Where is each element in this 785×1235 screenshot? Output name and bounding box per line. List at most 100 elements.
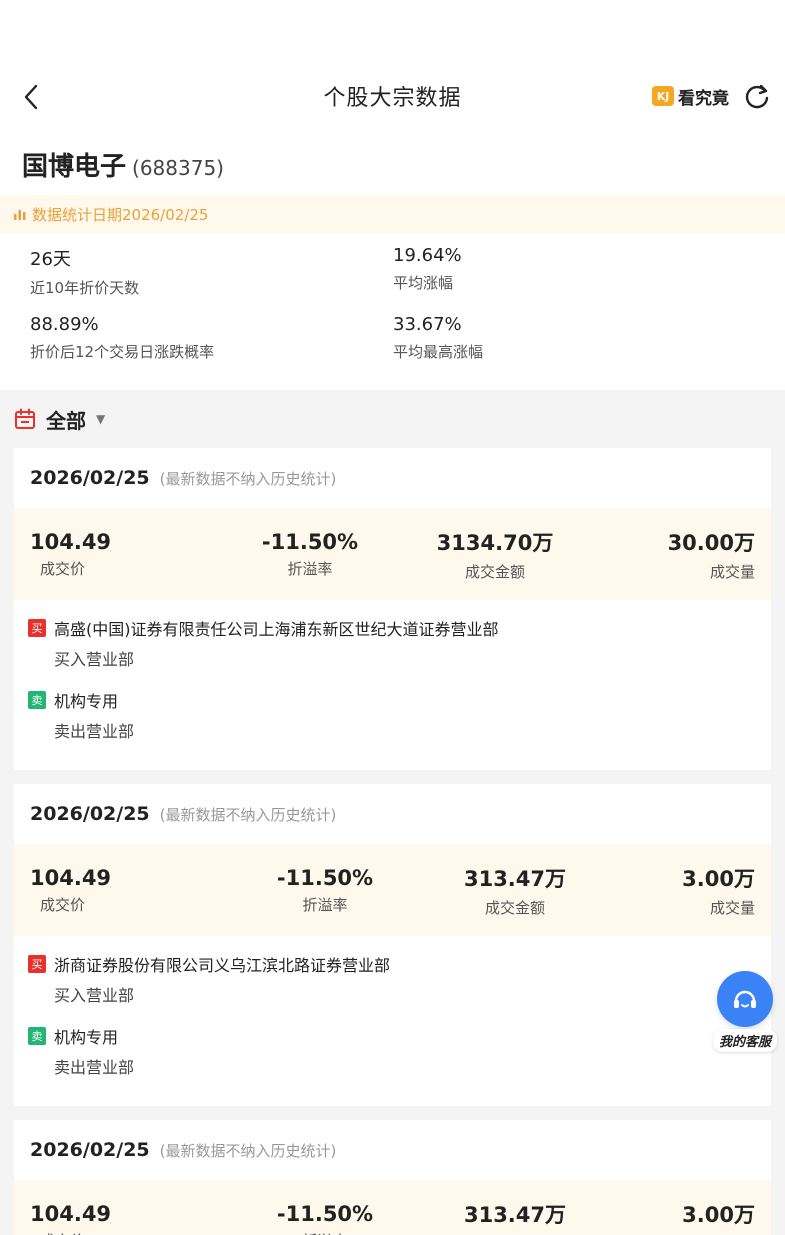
calendar-icon: [15, 408, 35, 429]
card-note: (最新数据不纳入历史统计): [159, 805, 337, 824]
page-title: 个股大宗数据: [323, 86, 462, 111]
stat-date-banner: 数据统计日期2026/02/25: [0, 195, 785, 233]
metric-label: 折溢率: [302, 895, 348, 914]
stat-label: 折价后12个交易日涨跌概率: [30, 343, 215, 361]
customer-service-button[interactable]: 我的客服: [712, 971, 777, 1052]
metric-value: 104.49: [30, 529, 112, 554]
broker-name: 浙商证券股份有限公司义乌江滨北路证券营业部: [54, 956, 391, 975]
trade-card: 2026/02/25 (最新数据不纳入历史统计) 104.49 成交价 -11.…: [14, 784, 771, 1106]
stat-value: 33.67%: [393, 314, 462, 335]
stock-name: 国博电子: [22, 152, 127, 182]
metric-label: 成交量: [709, 562, 755, 581]
card-date: 2026/02/25: [30, 1139, 150, 1161]
stat-value: 19.64%: [393, 245, 462, 266]
back-button[interactable]: [18, 82, 44, 112]
headset-icon: [733, 990, 756, 1008]
seller-broker: 卖 机构专用 卖出营业部: [28, 688, 757, 742]
bar-chart-icon: [14, 210, 26, 220]
metric-label: 成交价: [40, 559, 86, 578]
card-note: (最新数据不纳入历史统计): [159, 469, 337, 488]
metric-label: 成交量: [709, 898, 755, 917]
card-date: 2026/02/25: [30, 467, 150, 489]
metric-premium: -11.50% 折溢率: [240, 1202, 410, 1235]
metric-amount: 3134.70万 成交金额: [390, 527, 600, 582]
metric-premium: -11.50% 折溢率: [240, 866, 410, 915]
card-header: 2026/02/25 (最新数据不纳入历史统计): [14, 448, 771, 508]
stat-value: 26天: [30, 249, 71, 270]
kanjiujing-button[interactable]: KJ 看究竟: [652, 84, 729, 109]
metric-volume: 3.00万 成交量: [620, 863, 755, 918]
metric-amount: 313.47万 成交金额: [410, 1199, 620, 1235]
metrics-row: 104.49 成交价 -11.50% 折溢率 3134.70万 成交金额 30.…: [14, 508, 771, 600]
broker-name: 高盛(中国)证券有限责任公司上海浦东新区世纪大道证券营业部: [54, 620, 499, 639]
filter-dropdown[interactable]: 全部 ▼: [14, 390, 771, 448]
filter-label: 全部: [46, 408, 86, 433]
card-header: 2026/02/25 (最新数据不纳入历史统计): [14, 784, 771, 844]
metric-value: -11.50%: [276, 1201, 374, 1226]
stat-avg-max-gain: 33.67% 平均最高涨幅: [393, 314, 755, 362]
stats-grid: 26天 近10年折价天数 19.64% 平均涨幅 88.89% 折价后12个交易…: [0, 233, 785, 378]
broker-list: 买 高盛(中国)证券有限责任公司上海浦东新区世纪大道证券营业部 买入营业部 卖 …: [14, 600, 771, 770]
broker-role: 卖出营业部: [54, 1058, 135, 1077]
metric-price: 104.49 成交价: [30, 866, 240, 915]
metric-label: 折溢率: [287, 559, 333, 578]
metric-label: 成交价: [40, 895, 86, 914]
buyer-broker: 买 高盛(中国)证券有限责任公司上海浦东新区世纪大道证券营业部 买入营业部: [28, 616, 757, 670]
metric-value: 30.00万: [667, 530, 755, 555]
status-bar-spacer: [0, 0, 785, 60]
metric-value: -11.50%: [261, 529, 359, 554]
metric-price: 104.49 成交价: [30, 1202, 240, 1235]
metric-value: 104.49: [30, 1201, 112, 1226]
metric-volume: 3.00万 成交量: [620, 1199, 755, 1235]
kanjiujing-label: 看究竟: [678, 88, 729, 109]
metric-value: 104.49: [30, 865, 112, 890]
metric-label: 成交金额: [484, 898, 545, 917]
stat-label: 平均涨幅: [393, 274, 454, 292]
stat-probability: 88.89% 折价后12个交易日涨跌概率: [30, 314, 393, 362]
metric-label: 折溢率: [302, 1230, 347, 1235]
caret-down-icon: ▼: [96, 412, 106, 426]
broker-name: 机构专用: [54, 692, 119, 711]
trade-card: 2026/02/25 (最新数据不纳入历史统计) 104.49 成交价 -11.…: [14, 448, 771, 770]
service-label: 我的客服: [712, 1029, 777, 1052]
service-circle: [716, 971, 773, 1027]
metric-value: 3134.70万: [436, 530, 554, 555]
metric-amount: 313.47万 成交金额: [410, 863, 620, 918]
metric-value: 313.47万: [463, 1202, 567, 1227]
refresh-icon[interactable]: [743, 82, 771, 110]
metric-label: 成交金额: [464, 562, 525, 581]
metrics-row: 104.49 成交价 -11.50% 折溢率 313.47万 成交金额 3.00…: [14, 1180, 771, 1235]
broker-role: 买入营业部: [54, 650, 135, 669]
trade-card: 2026/02/25 (最新数据不纳入历史统计) 104.49 成交价 -11.…: [14, 1120, 771, 1235]
buy-badge-icon: 买: [28, 955, 46, 973]
records-area: 全部 ▼ 2026/02/25 (最新数据不纳入历史统计) 104.49 成交价…: [0, 390, 785, 1235]
broker-list: 买 浙商证券股份有限公司义乌江滨北路证券营业部 买入营业部 卖 机构专用 卖出营…: [14, 936, 771, 1106]
metric-premium: -11.50% 折溢率: [230, 530, 390, 579]
metric-value: 3.00万: [682, 1202, 755, 1227]
stat-discount-days: 26天 近10年折价天数: [30, 245, 393, 298]
stat-label: 平均最高涨幅: [393, 343, 484, 361]
kanjiujing-logo-icon: KJ: [652, 86, 674, 106]
broker-role: 买入营业部: [54, 986, 135, 1005]
metric-volume: 30.00万 成交量: [600, 527, 755, 582]
stock-code: (688375): [132, 156, 224, 180]
buyer-broker: 买 浙商证券股份有限公司义乌江滨北路证券营业部 买入营业部: [28, 952, 757, 1006]
metrics-row: 104.49 成交价 -11.50% 折溢率 313.47万 成交金额 3.00…: [14, 844, 771, 936]
broker-name: 机构专用: [54, 1028, 119, 1047]
stock-header: 国博电子 (688375): [0, 132, 785, 195]
broker-role: 卖出营业部: [54, 722, 135, 741]
chevron-left-icon: [24, 84, 38, 110]
nav-bar: 个股大宗数据 KJ 看究竟: [0, 60, 785, 132]
metric-value: -11.50%: [276, 865, 374, 890]
nav-actions: KJ 看究竟: [652, 82, 771, 110]
metric-label: 成交价: [30, 1230, 240, 1235]
metric-value: 3.00万: [682, 866, 755, 891]
seller-broker: 卖 机构专用 卖出营业部: [28, 1024, 757, 1078]
card-note: (最新数据不纳入历史统计): [159, 1141, 337, 1160]
buy-badge-icon: 买: [28, 619, 46, 637]
sell-badge-icon: 卖: [28, 1027, 46, 1045]
stat-label: 近10年折价天数: [30, 279, 140, 297]
sell-badge-icon: 卖: [28, 691, 46, 709]
metric-value: 313.47万: [463, 866, 567, 891]
stat-value: 88.89%: [30, 314, 99, 335]
